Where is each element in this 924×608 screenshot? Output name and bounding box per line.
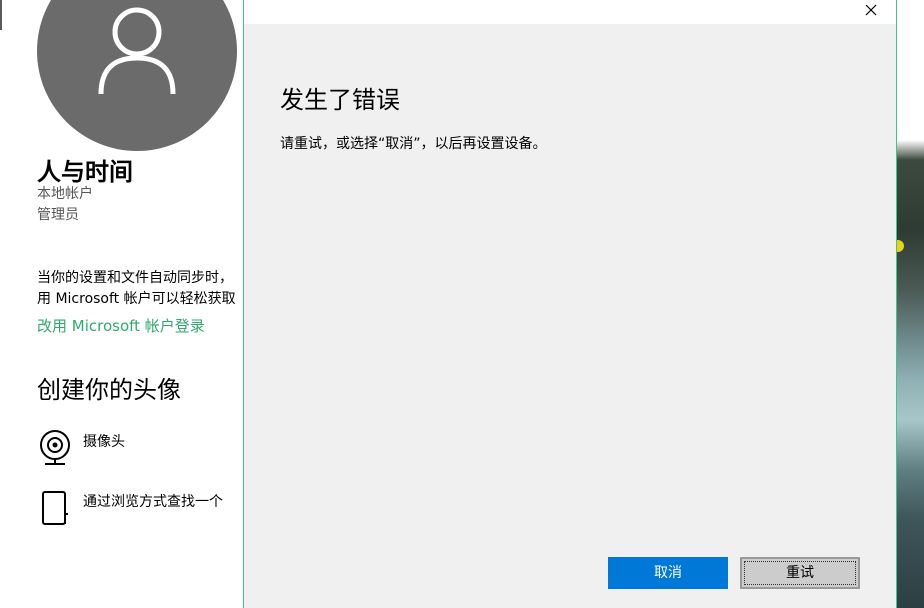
create-avatar-heading: 创建你的头像 xyxy=(37,376,181,404)
avatar xyxy=(37,0,237,151)
window-edge xyxy=(0,0,2,30)
sync-description: 当你的设置和文件自动同步时， 用 Microsoft 帐户可以轻松获取 xyxy=(37,268,244,310)
cancel-button[interactable]: 取消 xyxy=(608,557,728,589)
microsoft-account-link[interactable]: 改用 Microsoft 帐户登录 xyxy=(37,315,205,336)
camera-label: 摄像头 xyxy=(83,434,125,450)
account-role: 管理员 xyxy=(37,207,79,223)
sync-description-line: 用 Microsoft 帐户可以轻松获取 xyxy=(37,291,236,307)
browse-option[interactable]: 通过浏览方式查找一个 xyxy=(37,488,247,528)
file-icon xyxy=(42,491,68,525)
camera-icon xyxy=(40,430,70,465)
close-button[interactable] xyxy=(860,1,882,23)
browse-label: 通过浏览方式查找一个 xyxy=(83,494,223,510)
camera-option[interactable]: 摄像头 xyxy=(37,428,247,468)
sync-description-line: 当你的设置和文件自动同步时， xyxy=(37,270,233,286)
dialog-title: 发生了错误 xyxy=(280,86,400,114)
account-type: 本地帐户 xyxy=(37,186,93,202)
person-icon xyxy=(98,7,176,95)
close-icon xyxy=(865,4,877,16)
desktop-wallpaper xyxy=(896,0,924,608)
dialog-titlebar xyxy=(244,0,896,24)
user-name: 人与时间 xyxy=(37,158,133,186)
wallpaper-detail xyxy=(896,240,904,252)
retry-button[interactable]: 重试 xyxy=(740,557,860,589)
dialog-message: 请重试，或选择“取消”，以后再设置设备。 xyxy=(280,136,547,152)
error-dialog: 发生了错误 请重试，或选择“取消”，以后再设置设备。 取消 重试 xyxy=(243,0,897,608)
